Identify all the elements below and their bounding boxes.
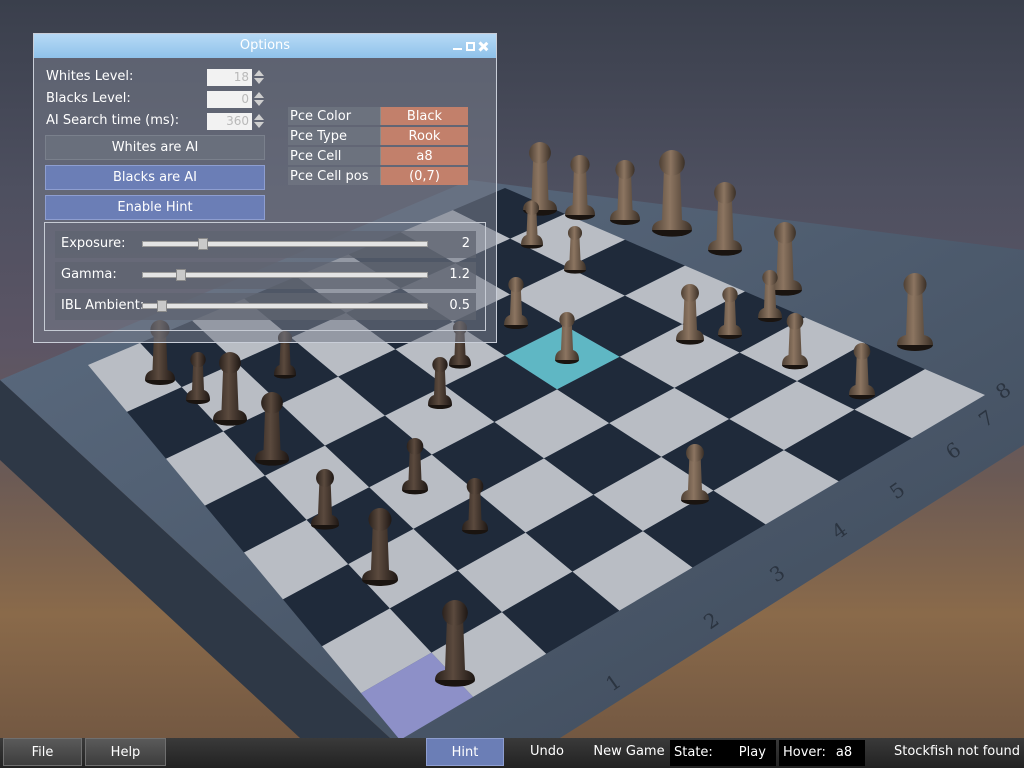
ibl-ambient-slider-row: IBL Ambient: 0.5 bbox=[55, 293, 476, 320]
piece-info-row: Pce Color Black bbox=[288, 107, 468, 125]
piece-info-table: Pce Color Black Pce Type Rook Pce Cell a8 P… bbox=[288, 105, 468, 187]
options-title: Options bbox=[239, 38, 291, 53]
down-arrow-icon[interactable] bbox=[254, 78, 264, 84]
hover-cell-display: Hover: a8 bbox=[779, 740, 865, 766]
down-arrow-icon[interactable] bbox=[254, 100, 264, 106]
gamma-slider-thumb[interactable] bbox=[176, 269, 186, 281]
maximize-icon[interactable] bbox=[466, 41, 475, 51]
piece-type-key: Pce Type bbox=[288, 127, 380, 145]
up-arrow-icon[interactable] bbox=[254, 70, 264, 76]
exposure-slider-thumb[interactable] bbox=[198, 238, 208, 250]
hint-button[interactable]: Hint bbox=[426, 738, 504, 766]
help-menu-button[interactable]: Help bbox=[85, 738, 166, 766]
hover-label: Hover: bbox=[783, 745, 826, 760]
piece-info-row: Pce Type Rook bbox=[288, 127, 468, 145]
blacks-level-stepper[interactable] bbox=[253, 91, 265, 108]
state-label: State: bbox=[674, 745, 713, 760]
piece-cell-pos-key: Pce Cell pos bbox=[288, 167, 380, 185]
state-value: Play bbox=[738, 745, 766, 760]
whites-level-label: Whites Level: bbox=[46, 69, 134, 84]
options-window[interactable]: Options Whites Level: 18 Blacks Level: 0… bbox=[33, 33, 497, 343]
gamma-slider[interactable] bbox=[142, 269, 428, 281]
ibl-ambient-slider-thumb[interactable] bbox=[157, 300, 167, 312]
exposure-slider[interactable] bbox=[142, 238, 428, 250]
blacks-level-label: Blacks Level: bbox=[46, 91, 131, 106]
gamma-value: 1.2 bbox=[449, 267, 470, 282]
ai-search-time-stepper[interactable] bbox=[253, 113, 265, 130]
piece-info-row: Pce Cell a8 bbox=[288, 147, 468, 165]
piece-type-value: Rook bbox=[380, 127, 468, 145]
gamma-slider-row: Gamma: 1.2 bbox=[55, 262, 476, 289]
blacks-are-ai-button[interactable]: Blacks are AI bbox=[45, 165, 265, 190]
bottom-toolbar: File Help Hint Undo New Game State: Play … bbox=[0, 738, 1024, 768]
piece-cell-value: a8 bbox=[380, 147, 468, 165]
ibl-ambient-value: 0.5 bbox=[449, 298, 470, 313]
ai-search-time-label: AI Search time (ms): bbox=[46, 113, 180, 128]
ibl-ambient-slider[interactable] bbox=[142, 300, 428, 312]
new-game-button[interactable]: New Game bbox=[590, 738, 668, 766]
exposure-label: Exposure: bbox=[61, 236, 126, 251]
options-title-bar[interactable]: Options bbox=[34, 34, 496, 58]
chess-piece[interactable] bbox=[610, 160, 640, 225]
file-menu-button[interactable]: File bbox=[3, 738, 82, 766]
close-icon[interactable] bbox=[479, 42, 488, 51]
exposure-slider-row: Exposure: 2 bbox=[55, 231, 476, 258]
piece-info-row: Pce Cell pos (0,7) bbox=[288, 167, 468, 185]
ibl-ambient-label: IBL Ambient: bbox=[61, 298, 145, 313]
piece-color-value: Black bbox=[380, 107, 468, 125]
down-arrow-icon[interactable] bbox=[254, 122, 264, 128]
render-settings-group: Exposure: 2 Gamma: 1.2 IBL Ambient: 0.5 bbox=[44, 222, 486, 331]
piece-cell-pos-value: (0,7) bbox=[380, 167, 468, 185]
ai-search-time-input[interactable]: 360 bbox=[207, 113, 252, 130]
whites-are-ai-button[interactable]: Whites are AI bbox=[45, 135, 265, 160]
piece-cell-key: Pce Cell bbox=[288, 147, 380, 165]
piece-color-key: Pce Color bbox=[288, 107, 380, 125]
hover-value: a8 bbox=[835, 745, 853, 760]
game-state-display: State: Play bbox=[670, 740, 776, 766]
exposure-value: 2 bbox=[461, 236, 470, 251]
gamma-label: Gamma: bbox=[61, 267, 117, 282]
whites-level-stepper[interactable] bbox=[253, 69, 265, 86]
minimize-icon[interactable] bbox=[453, 42, 462, 51]
engine-status-text: Stockfish not found bbox=[894, 744, 1020, 759]
whites-level-input[interactable]: 18 bbox=[207, 69, 252, 86]
chess-piece[interactable] bbox=[652, 150, 692, 237]
undo-button[interactable]: Undo bbox=[507, 738, 587, 766]
enable-hint-button[interactable]: Enable Hint bbox=[45, 195, 265, 220]
up-arrow-icon[interactable] bbox=[254, 114, 264, 120]
chess-piece[interactable] bbox=[565, 155, 595, 220]
blacks-level-input[interactable]: 0 bbox=[207, 91, 252, 108]
up-arrow-icon[interactable] bbox=[254, 92, 264, 98]
